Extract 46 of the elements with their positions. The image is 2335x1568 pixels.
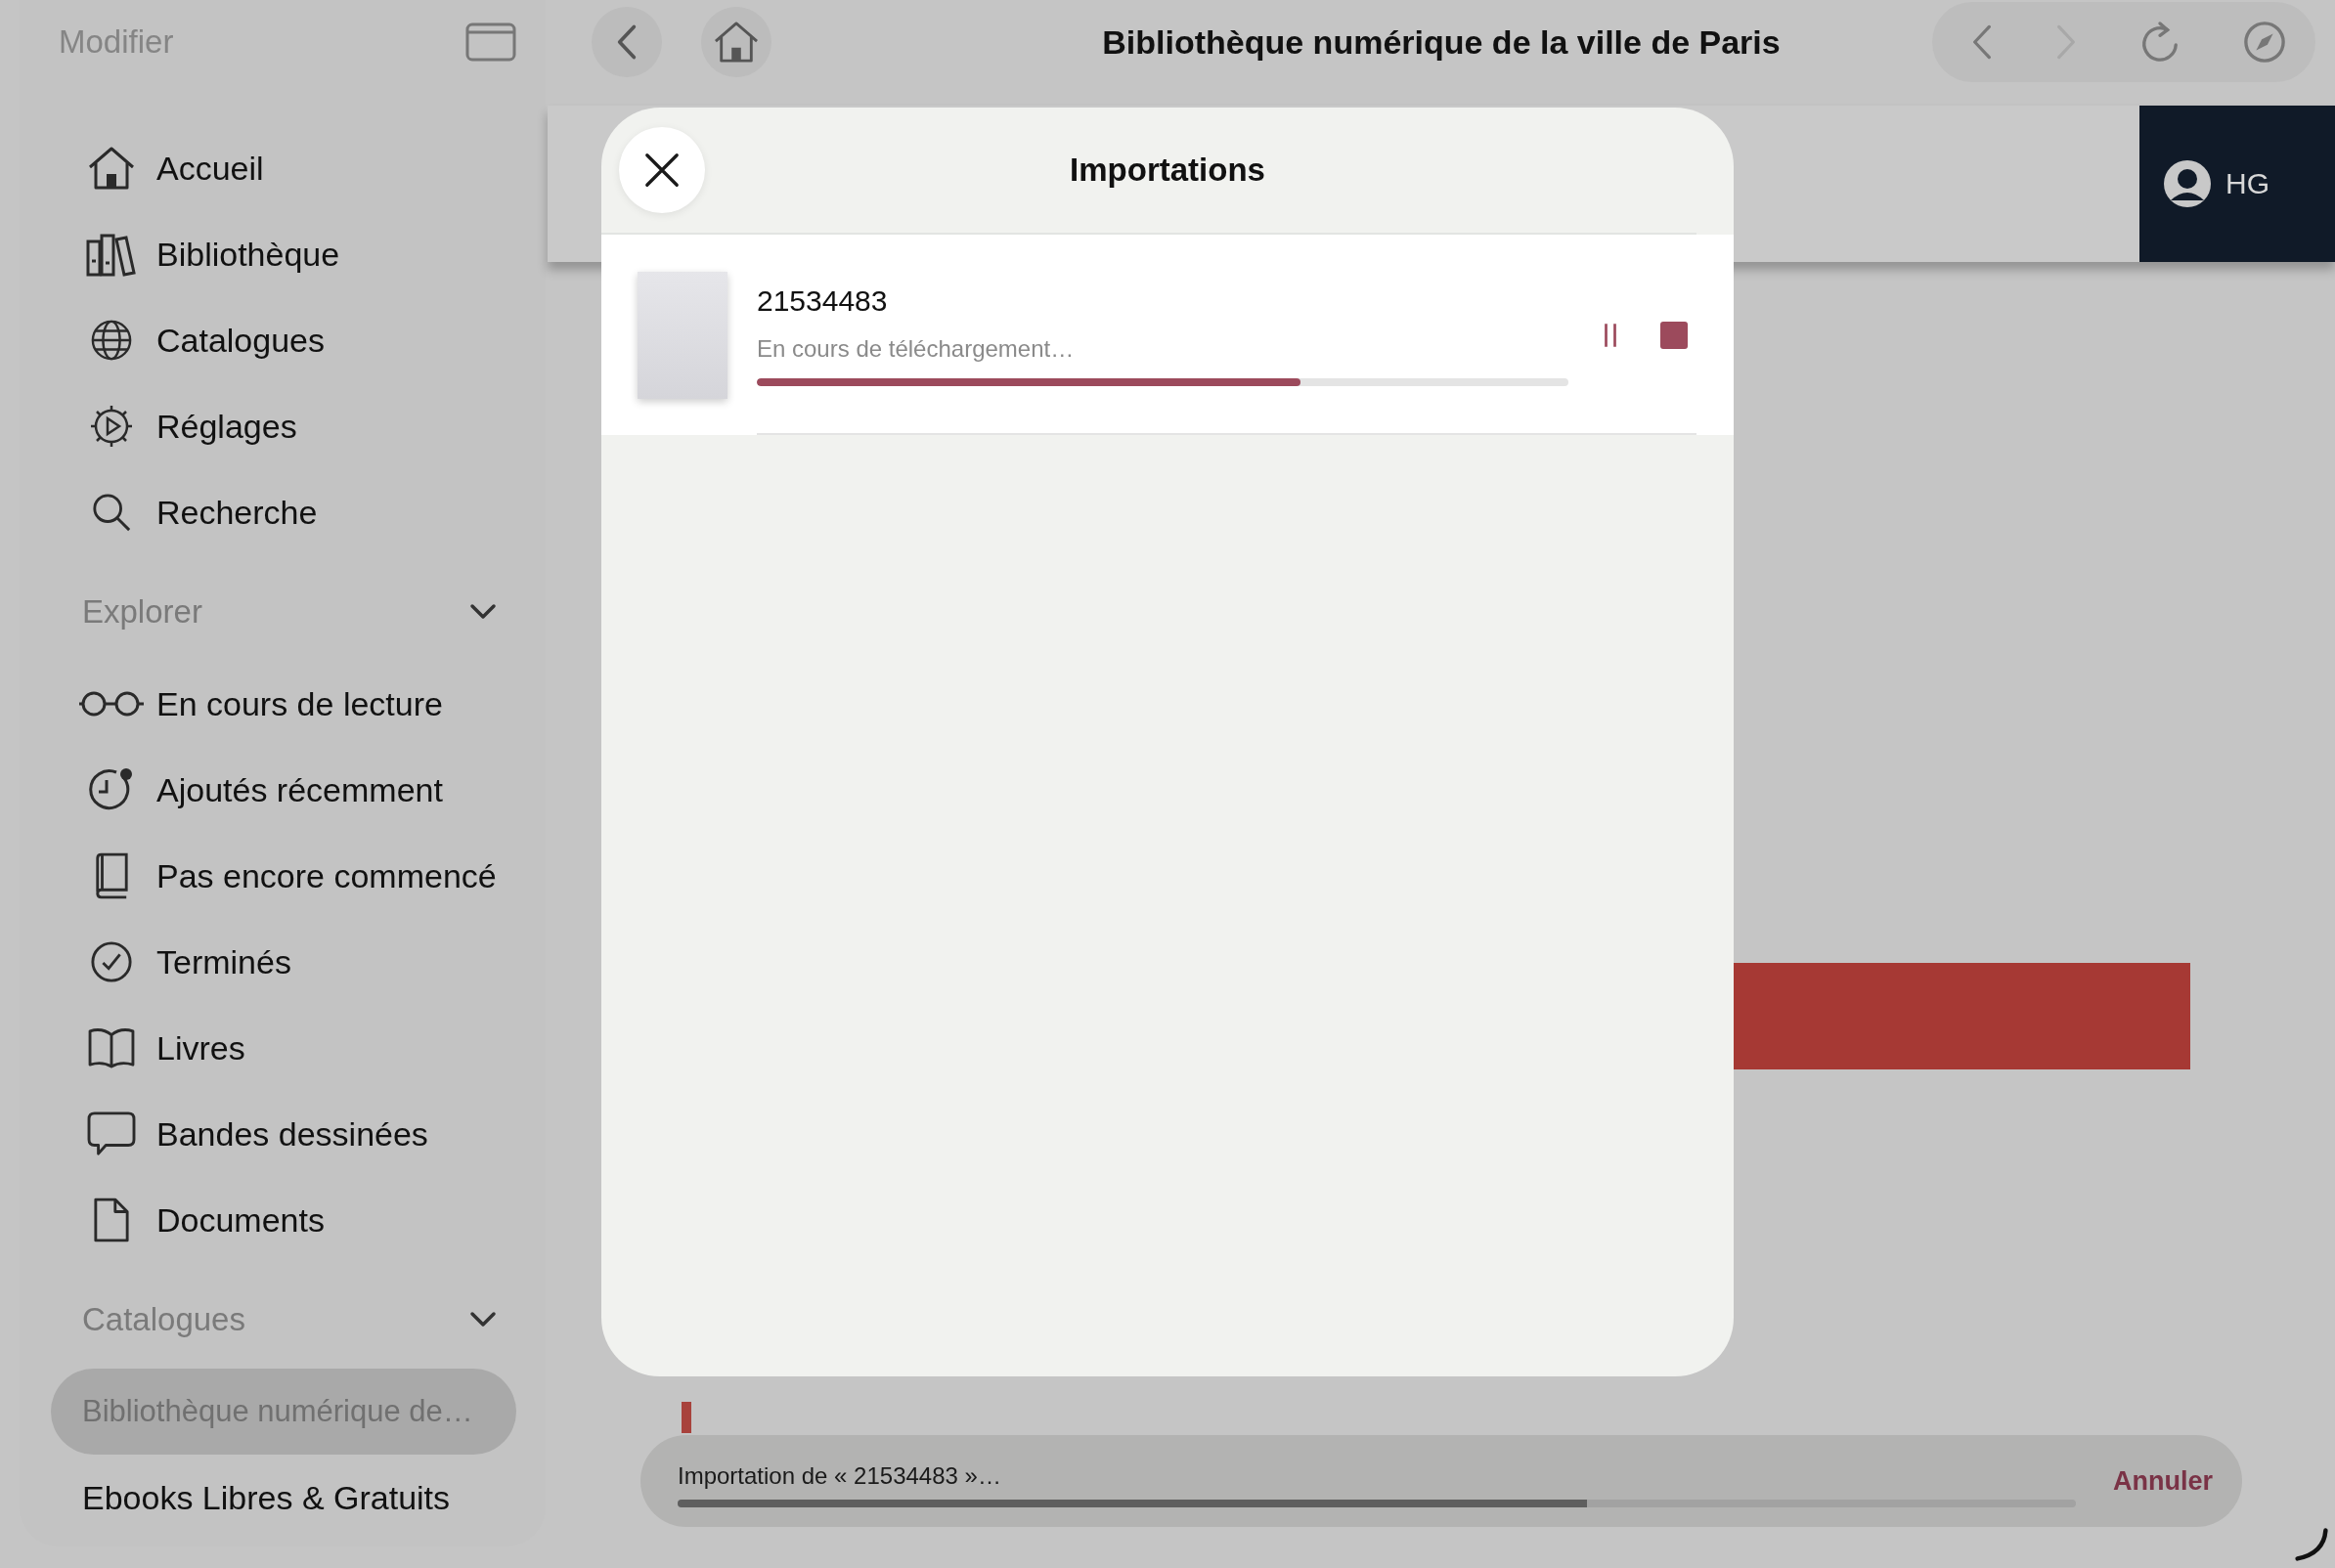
resize-handle-icon[interactable] <box>2294 1527 2329 1562</box>
books-icon <box>86 232 137 277</box>
chevron-icon[interactable] <box>469 1311 497 1328</box>
item-title: 21534483 <box>757 283 889 318</box>
status-text: En cours de téléchargement… <box>757 334 1076 363</box>
open-book-icon <box>87 1027 136 1068</box>
pause-icon[interactable] <box>1602 321 1619 349</box>
close-icon <box>643 152 681 189</box>
user-menu[interactable]: HG <box>2139 106 2335 262</box>
section-heading: Catalogues <box>82 1301 245 1338</box>
sidebar-item[interactable]: Ebooks Libres & Gratuits <box>51 1455 516 1541</box>
section-heading: Explorer <box>82 593 202 631</box>
reload-icon[interactable] <box>2139 21 2181 64</box>
home-icon <box>713 21 760 64</box>
sidebar-item[interactable]: En cours de lecture <box>20 661 546 747</box>
sidebar-item[interactable]: Bandes dessinées <box>20 1091 546 1177</box>
globe-icon <box>90 319 133 362</box>
chevron-icon[interactable] <box>469 603 497 621</box>
sidebar-item[interactable]: Accueil <box>20 125 546 211</box>
sidebar-toggle-icon[interactable] <box>465 22 516 62</box>
dialog-title: Importations <box>1069 152 1265 189</box>
sidebar-item[interactable]: Documents <box>20 1177 546 1263</box>
clock-icon <box>89 767 134 812</box>
sidebar-item[interactable]: Terminés <box>20 919 546 1005</box>
sidebar-item[interactable]: Catalogues <box>20 297 546 383</box>
compass-icon[interactable] <box>2243 21 2286 64</box>
settings-icon <box>89 404 134 449</box>
cancel-button[interactable]: Annuler <box>2113 1465 2213 1497</box>
sidebar-item[interactable]: Pas encore commencé <box>20 833 546 919</box>
sidebar-item[interactable]: Ajoutés récemment <box>20 747 546 833</box>
stop-icon[interactable] <box>1660 321 1688 349</box>
accent-mark <box>682 1402 691 1433</box>
avatar-icon <box>2163 159 2212 208</box>
search-icon <box>91 492 132 533</box>
glasses-icon <box>77 690 146 718</box>
window-title: Bibliothèque numérique de la ville de Paris <box>1102 22 1781 62</box>
sidebar-item[interactable]: Recherche <box>20 469 546 555</box>
sidebar-item[interactable]: Bibliothèque <box>20 211 546 297</box>
book-icon <box>93 852 130 899</box>
sidebar-item[interactable]: Réglages <box>20 383 546 469</box>
sidebar-item[interactable]: Livres <box>20 1005 546 1091</box>
document-icon <box>93 1197 130 1243</box>
toast-message: Importation de « 21534483 »… <box>678 1462 1002 1490</box>
checkmark-circle-icon <box>90 940 133 983</box>
speech-bubble-icon <box>87 1111 136 1156</box>
home-icon <box>87 146 136 191</box>
